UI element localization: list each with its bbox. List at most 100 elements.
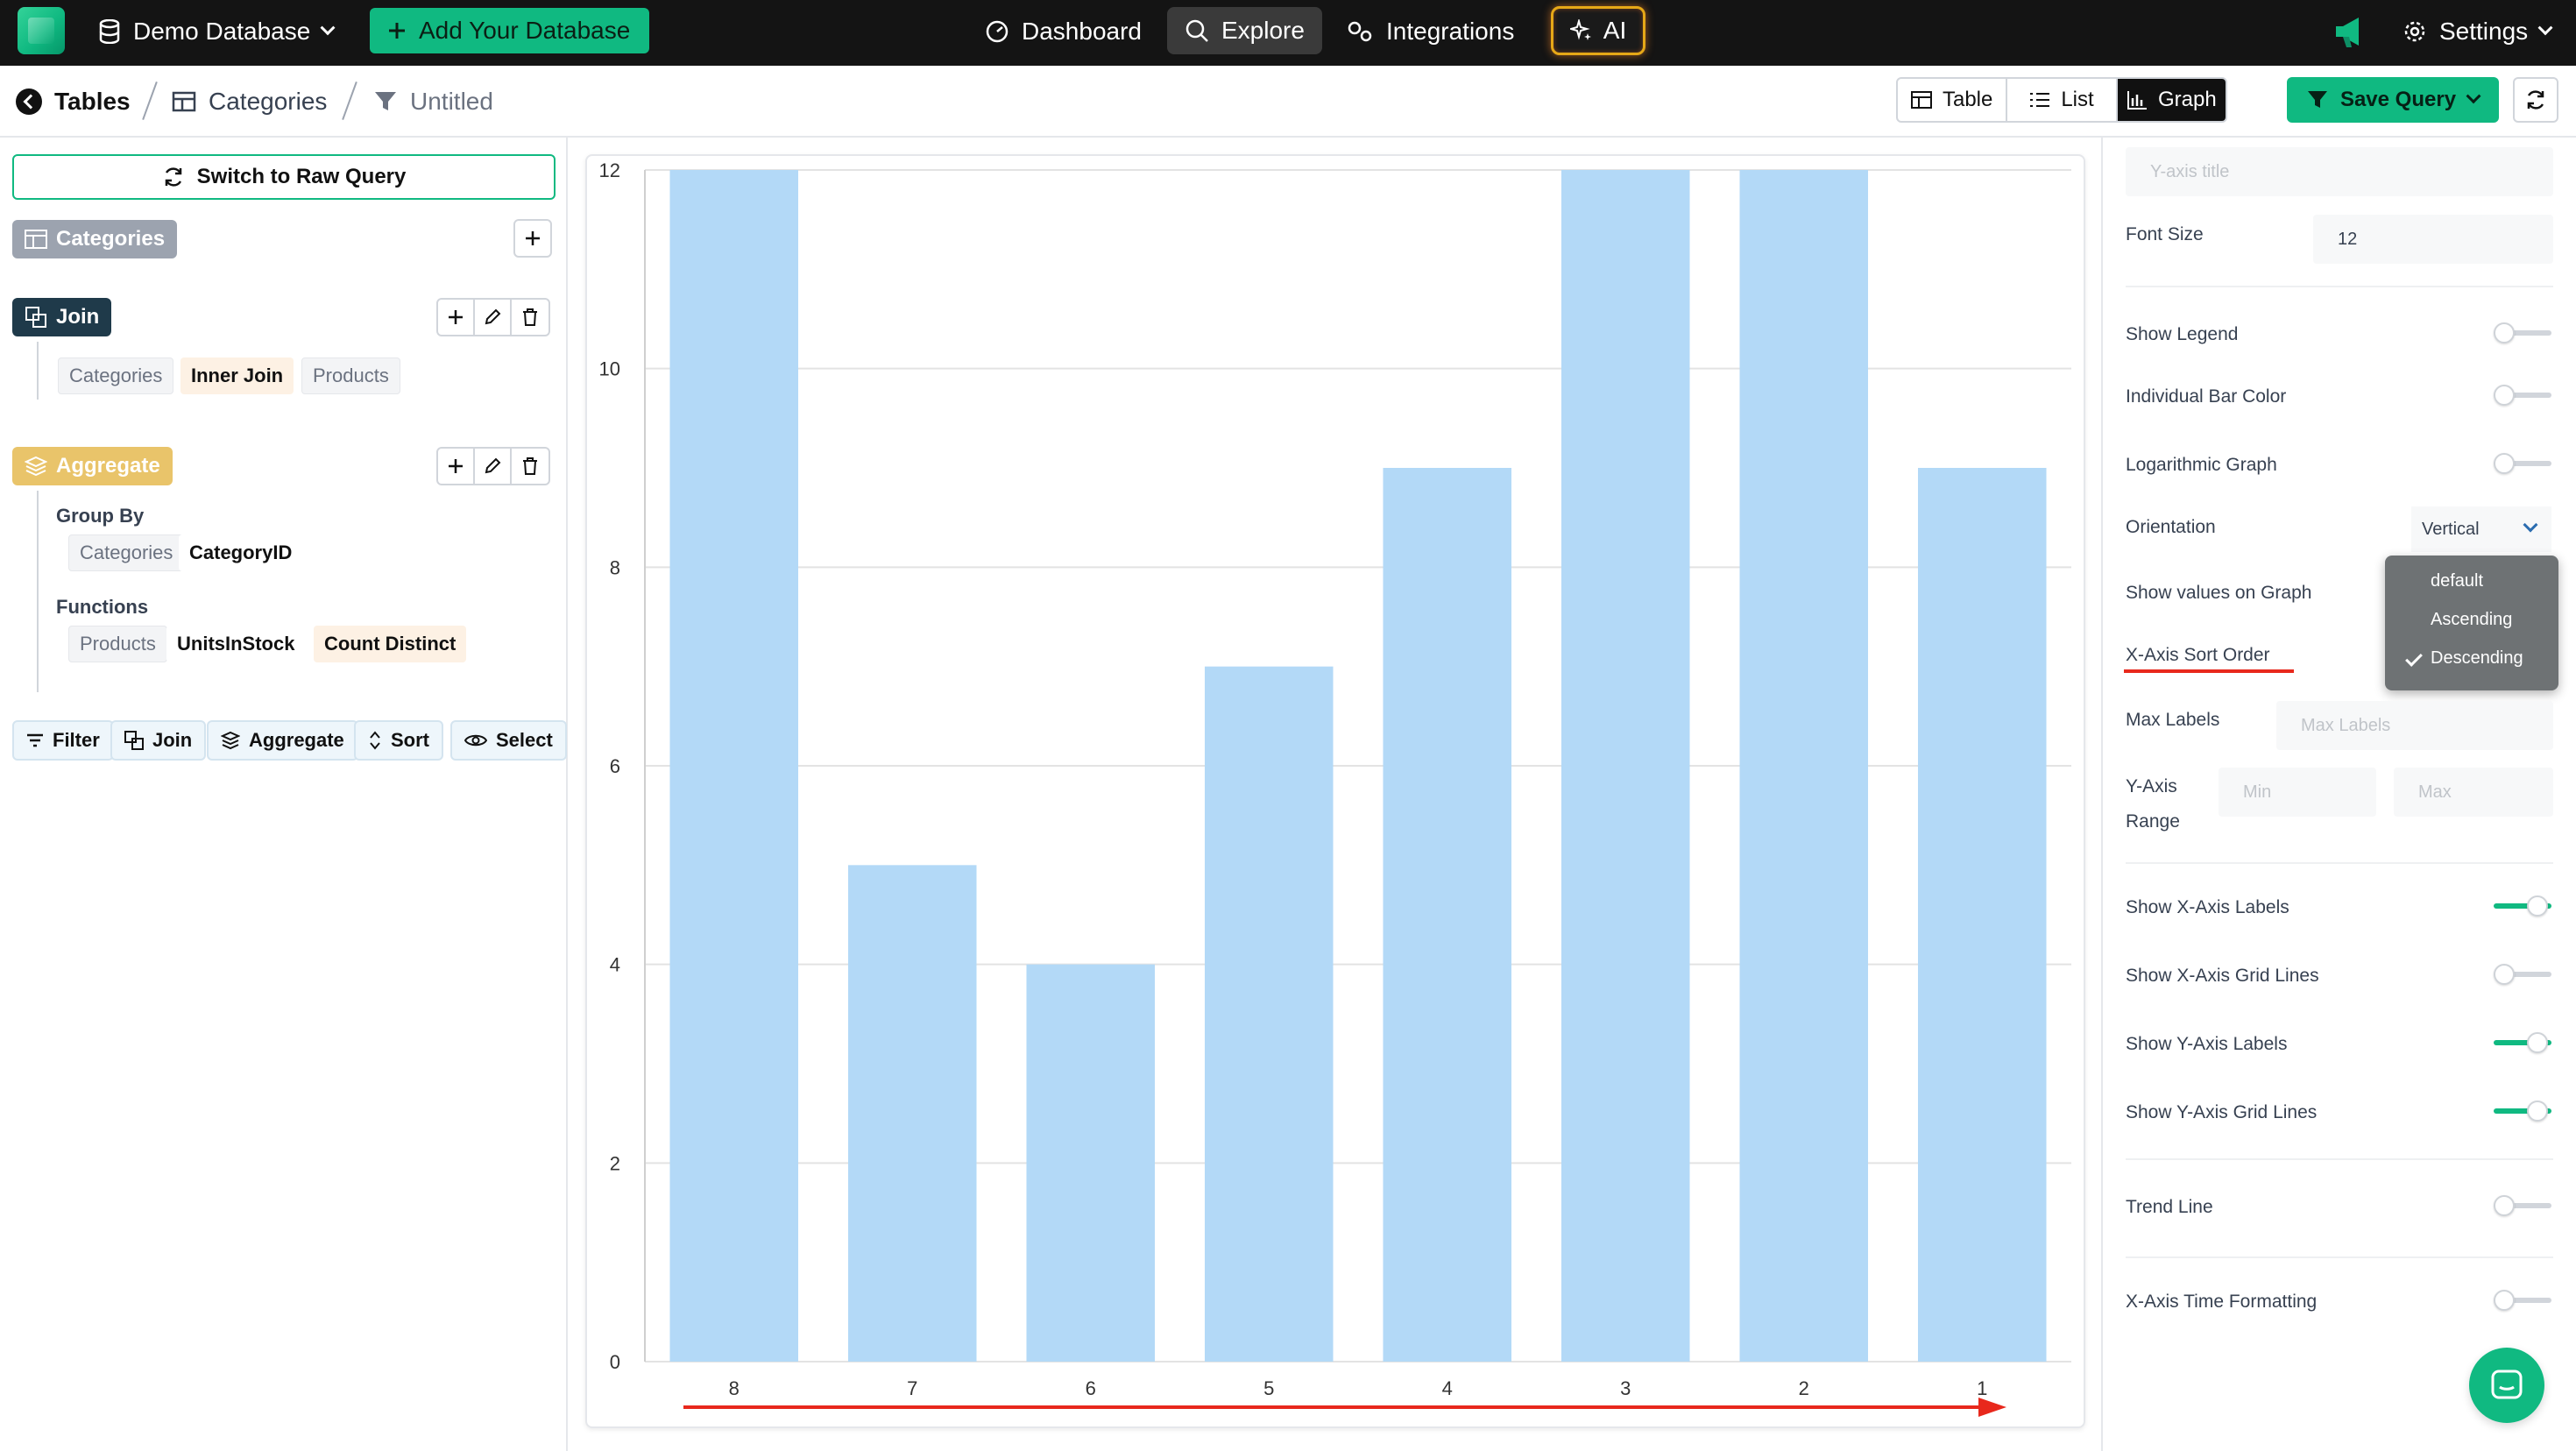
sort-order-dropdown: default Ascending Descending — [2385, 556, 2558, 690]
view-graph-label: Graph — [2157, 88, 2217, 111]
breadcrumb-untitled-label: Untitled — [410, 88, 493, 115]
annotation-arrow-head — [1978, 1398, 2006, 1417]
join-right-table-chip[interactable]: Products — [301, 357, 400, 394]
breadcrumb-untitled[interactable]: Untitled — [373, 84, 493, 119]
font-size-input[interactable]: 12 — [2313, 215, 2553, 264]
chat-icon — [2491, 1370, 2523, 1399]
show-legend-toggle[interactable] — [2490, 321, 2551, 345]
filter-icon — [2307, 91, 2327, 108]
function-table-chip[interactable]: Products — [68, 626, 167, 662]
select-label: Select — [496, 729, 553, 751]
add-button[interactable] — [438, 449, 475, 484]
app-logo[interactable] — [18, 7, 65, 54]
search-icon — [1185, 19, 1208, 42]
orientation-select[interactable]: Vertical — [2411, 506, 2551, 552]
max-labels-input[interactable]: Max Labels — [2276, 701, 2553, 750]
nav-integrations[interactable]: Integrations — [1346, 11, 1514, 53]
gear-icon — [2404, 21, 2425, 42]
back-arrow-icon — [16, 88, 42, 115]
group-by-column-chip[interactable]: CategoryID — [179, 534, 303, 571]
view-list-button[interactable]: List — [2007, 79, 2118, 121]
font-size-label: Font Size — [2126, 224, 2204, 244]
group-by-table-chip[interactable]: Categories — [68, 534, 185, 571]
join-type-chip[interactable]: Inner Join — [180, 357, 294, 394]
add-database-button[interactable]: Add Your Database — [370, 8, 650, 53]
filter-label: Filter — [53, 729, 100, 751]
show-y-grid-label: Show Y-Axis Grid Lines — [2126, 1102, 2318, 1122]
add-filter-button[interactable]: Filter — [12, 720, 114, 761]
x-axis-time-formatting-toggle[interactable] — [2490, 1288, 2551, 1313]
orientation-value: Vertical — [2422, 519, 2480, 539]
trash-icon — [523, 457, 537, 475]
chat-support-button[interactable] — [2469, 1348, 2544, 1423]
join-left-table-chip[interactable]: Categories — [58, 357, 174, 394]
filter-icon — [375, 92, 396, 110]
edit-button[interactable] — [475, 300, 512, 335]
view-graph-button[interactable]: Graph — [2117, 79, 2226, 121]
settings-menu[interactable]: Settings — [2403, 11, 2553, 53]
join-connector — [37, 342, 39, 400]
eye-icon — [464, 734, 487, 747]
orientation-label: Orientation — [2126, 517, 2216, 537]
aggregate-step-label: Aggregate — [56, 454, 160, 478]
add-sort-button[interactable]: Sort — [354, 720, 443, 761]
add-database-label: Add Your Database — [419, 17, 631, 44]
refresh-button[interactable] — [2513, 77, 2558, 123]
group-by-label: Group By — [56, 505, 145, 527]
sort-option-default[interactable]: default — [2431, 571, 2483, 591]
delete-button[interactable] — [512, 449, 548, 484]
delete-button[interactable] — [512, 300, 548, 335]
nav-dashboard[interactable]: Dashboard — [985, 11, 1142, 53]
function-column-chip[interactable]: UnitsInStock — [166, 626, 306, 662]
breadcrumb-categories-label: Categories — [209, 88, 328, 115]
edit-button[interactable] — [475, 449, 512, 484]
y-axis-min-input[interactable]: Min — [2219, 768, 2376, 817]
breadcrumb-categories[interactable]: Categories — [172, 84, 327, 119]
database-selector[interactable]: Demo Database — [98, 12, 336, 51]
trend-line-toggle[interactable] — [2490, 1193, 2551, 1218]
add-step-button[interactable] — [513, 219, 552, 258]
add-button[interactable] — [438, 300, 475, 335]
list-icon — [2030, 93, 2050, 107]
individual-bar-color-toggle[interactable] — [2490, 383, 2551, 407]
layers-icon — [25, 456, 47, 477]
breadcrumb-tables[interactable]: Tables — [16, 84, 131, 119]
nav-ai-label: AI — [1603, 17, 1627, 44]
y-axis-range-label-2: Range — [2126, 811, 2180, 832]
y-axis-title-input[interactable]: Y-axis title — [2126, 147, 2553, 196]
sort-option-descending[interactable]: Descending — [2431, 648, 2523, 669]
aggregate-actions — [436, 447, 550, 485]
aggregate-label: Aggregate — [249, 729, 344, 751]
add-select-button[interactable]: Select — [450, 720, 567, 761]
aggregate-step-tag[interactable]: Aggregate — [12, 447, 173, 485]
show-y-labels-toggle[interactable] — [2490, 1030, 2551, 1055]
add-join-button[interactable]: Join — [110, 720, 207, 761]
show-x-labels-toggle[interactable] — [2490, 894, 2551, 918]
sort-option-ascending[interactable]: Ascending — [2431, 610, 2512, 630]
join-label: Join — [152, 729, 193, 751]
show-y-labels-label: Show Y-Axis Labels — [2126, 1034, 2288, 1054]
join-step-tag[interactable]: Join — [12, 298, 112, 336]
switch-to-raw-query-button[interactable]: Switch to Raw Query — [12, 154, 556, 200]
megaphone-icon[interactable] — [2332, 14, 2369, 49]
save-query-button[interactable]: Save Query — [2287, 77, 2499, 123]
divider — [2126, 286, 2553, 287]
nav-ai[interactable]: AI — [1551, 6, 1645, 55]
plus-icon — [449, 459, 463, 473]
logarithmic-graph-toggle[interactable] — [2490, 451, 2551, 476]
show-values-label: Show values on Graph — [2126, 583, 2312, 603]
chevron-down-icon — [2537, 20, 2553, 36]
y-axis-max-input[interactable]: Max — [2394, 768, 2553, 817]
view-table-button[interactable]: Table — [1898, 79, 2008, 121]
show-x-grid-toggle[interactable] — [2490, 962, 2551, 987]
function-operation-chip[interactable]: Count Distinct — [314, 626, 467, 662]
functions-label: Functions — [56, 596, 149, 618]
add-aggregate-button[interactable]: Aggregate — [207, 720, 358, 761]
join-actions — [436, 298, 550, 336]
bar — [847, 865, 977, 1362]
table-icon — [172, 91, 196, 112]
nav-explore[interactable]: Explore — [1167, 7, 1322, 54]
source-table-tag[interactable]: Categories — [12, 220, 178, 258]
show-y-grid-toggle[interactable] — [2490, 1099, 2551, 1123]
y-tick-label: 12 — [599, 159, 620, 181]
